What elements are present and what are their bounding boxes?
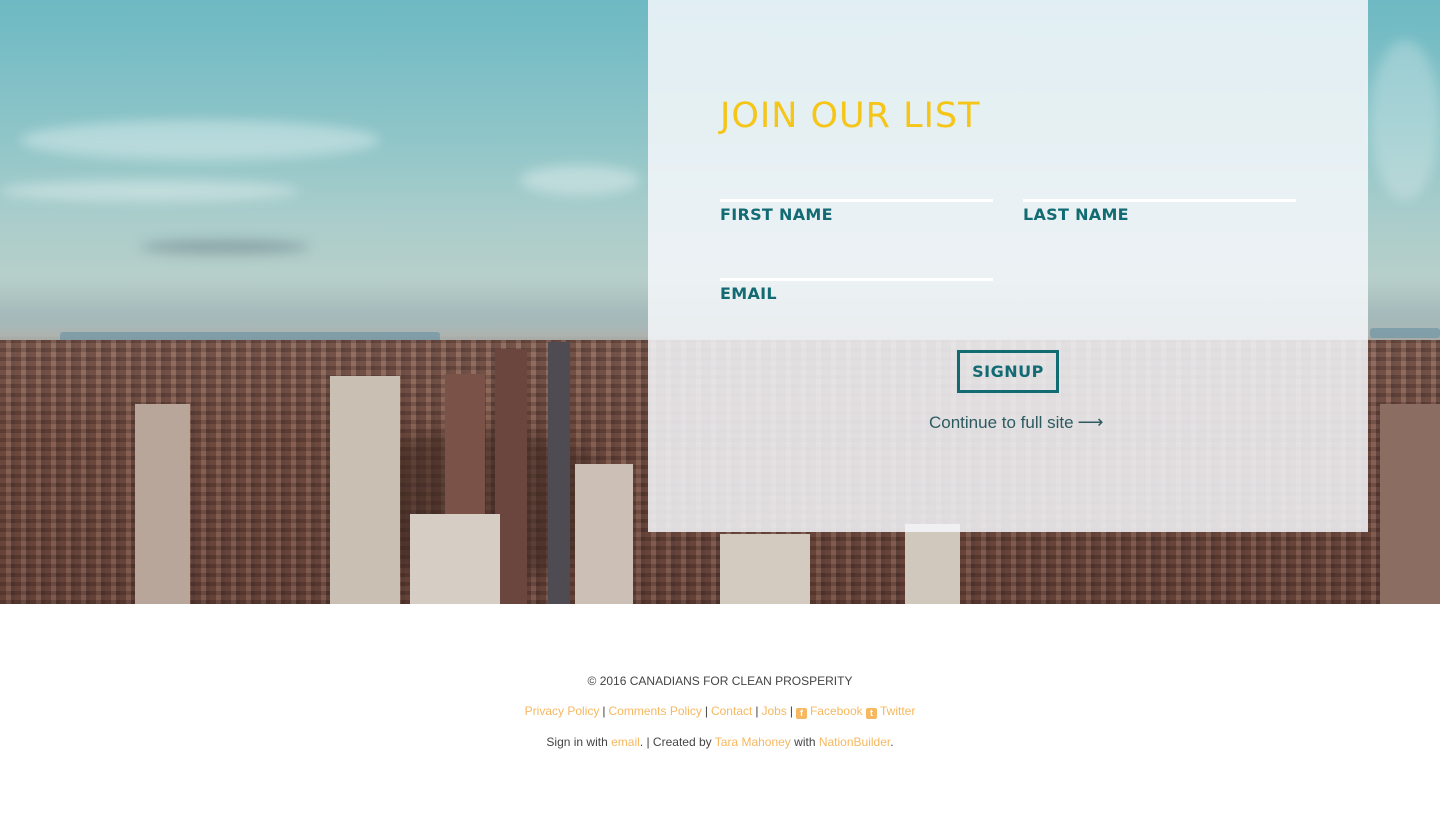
first-name-field: FIRST NAME [720,169,993,224]
signup-panel: JOIN OUR LIST FIRST NAME LAST NAME EMAIL… [648,0,1368,532]
last-name-label: LAST NAME [1023,205,1129,224]
cloud [20,120,380,160]
creator-link[interactable]: Tara Mahoney [715,735,791,749]
email-field: EMAIL [720,248,993,303]
building [548,342,570,604]
jobs-link[interactable]: Jobs [761,704,786,718]
last-name-field: LAST NAME [1023,169,1296,224]
separator: | [755,704,759,718]
building [905,524,960,604]
cloud [1370,40,1440,200]
water [1370,328,1440,338]
email-label: EMAIL [720,284,777,303]
long-arrow-right-icon: ⟶ [1077,412,1104,432]
building [135,404,190,604]
facebook-square-icon: f [795,708,807,719]
building [410,514,500,604]
footer-credits: Sign in with email. | Created by Tara Ma… [0,735,1440,749]
continue-label: Continue to full site [929,413,1074,432]
building [575,464,633,604]
separator: | [602,704,606,718]
privacy-policy-link[interactable]: Privacy Policy [525,704,600,718]
footer-links: Privacy Policy | Comments Policy | Contact | J… [0,704,1440,719]
signin-prefix: Sign in with [546,735,608,749]
twitter-label: Twitter [879,704,916,718]
last-name-underline [1023,199,1296,202]
first-name-label: FIRST NAME [720,205,833,224]
facebook-label: Facebook [809,704,863,718]
comments-policy-link[interactable]: Comments Policy [608,704,701,718]
contact-link[interactable]: Contact [711,704,752,718]
building [1380,404,1440,604]
nationbuilder-link[interactable]: NationBuilder [819,735,890,749]
with-text: with [794,735,816,749]
email-input[interactable] [720,248,993,276]
twitter-link[interactable]: t Twitter [865,704,916,719]
building [720,534,810,604]
copyright: © 2016 CANADIANS FOR CLEAN PROSPERITY [587,674,853,688]
continue-to-site-link[interactable]: Continue to full site ⟶ [929,412,1103,433]
signin-email-link[interactable]: email [611,735,640,749]
email-underline [720,278,993,281]
signup-title: JOIN OUR LIST [720,96,981,136]
created-text: . | Created by [639,735,712,749]
separator: | [789,704,793,718]
twitter-square-icon: t [865,708,877,719]
credits-end: . [890,735,894,749]
first-name-input[interactable] [720,169,993,197]
cloud [140,240,310,254]
facebook-link[interactable]: f Facebook [795,704,863,719]
separator: | [704,704,708,718]
cloud [520,165,640,195]
building [330,376,400,604]
footer: © 2016 CANADIANS FOR CLEAN PROSPERITY Pr… [0,604,1440,813]
first-name-underline [720,199,993,202]
last-name-input[interactable] [1023,169,1296,197]
signup-button[interactable]: SIGNUP [957,350,1059,393]
cloud [0,180,300,202]
